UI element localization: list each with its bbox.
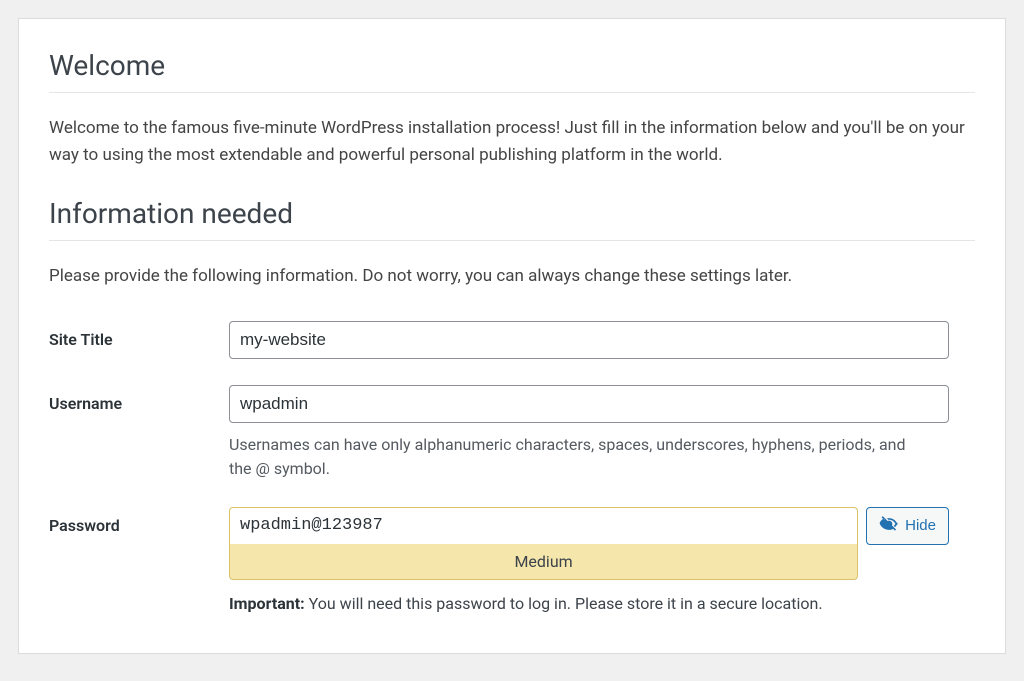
password-wrap: Medium Hide (229, 507, 949, 580)
username-row: Username Usernames can have only alphanu… (49, 385, 975, 481)
username-label: Username (49, 385, 229, 413)
password-row: Password Medium Hide Important: You will… (49, 507, 975, 613)
password-input[interactable] (229, 507, 858, 544)
important-text: You will need this password to log in. P… (305, 594, 823, 613)
site-title-row: Site Title (49, 321, 975, 359)
site-title-input[interactable] (229, 321, 949, 359)
password-strength: Medium (229, 544, 858, 580)
welcome-heading: Welcome (49, 49, 975, 92)
eye-slash-icon (879, 514, 899, 538)
divider (49, 92, 975, 93)
username-hint: Usernames can have only alphanumeric cha… (229, 433, 919, 481)
info-needed-heading: Information needed (49, 197, 975, 240)
hide-password-button[interactable]: Hide (866, 507, 949, 545)
hide-button-label: Hide (905, 517, 936, 534)
password-important: Important: You will need this password t… (229, 594, 975, 613)
info-note: Please provide the following information… (49, 263, 975, 290)
username-input[interactable] (229, 385, 949, 423)
divider (49, 240, 975, 241)
install-panel: Welcome Welcome to the famous five-minut… (18, 18, 1006, 654)
site-title-label: Site Title (49, 321, 229, 349)
welcome-intro: Welcome to the famous five-minute WordPr… (49, 115, 975, 169)
important-label: Important: (229, 594, 305, 613)
password-label: Password (49, 507, 229, 535)
